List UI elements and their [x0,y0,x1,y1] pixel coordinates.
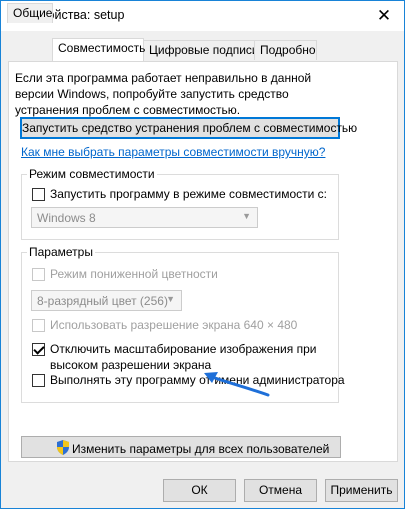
os-version-select[interactable]: Windows 8 ▼ [31,207,258,228]
chevron-down-icon: ▼ [242,211,251,221]
res640-label: Использовать разрешение экрана 640 × 480 [50,318,298,332]
params-group-label: Параметры [27,245,95,259]
tab-details[interactable]: Подробно [254,40,317,60]
disable-dpi-scaling-label: Отключить масштабирование изображения пр… [50,341,316,373]
tab-label: Цифровые подписи [149,43,259,57]
apply-button[interactable]: Применить [325,479,398,502]
properties-window: Свойства: setup ✕ Общие Совместимость Ци… [0,0,405,509]
dpi-label-line1: Отключить масштабирование изображения пр… [50,342,317,356]
ok-button[interactable]: ОК [163,479,236,502]
color-depth-value: 8-разрядный цвет (256) [37,294,168,308]
annotation-arrow [204,372,270,397]
shield-icon [57,440,69,455]
dpi-label-line2: высоком разрешении экрана [50,358,212,372]
chevron-down-icon: ▼ [166,294,175,304]
tab-label: Общие [13,6,53,20]
compatibility-description: Если эта программа работает неправильно … [15,71,312,117]
os-version-value: Windows 8 [37,211,96,225]
reduced-color-checkbox[interactable] [32,268,45,281]
title-bar[interactable]: Свойства: setup ✕ [1,1,404,31]
tab-label: Совместимость [58,41,146,55]
reduced-color-label: Режим пониженной цветности [50,267,218,281]
cancel-button[interactable]: Отмена [244,479,317,502]
color-depth-select[interactable]: 8-разрядный цвет (256) ▼ [31,290,182,311]
tab-general[interactable]: Общие [7,3,53,23]
compat-mode-checkbox[interactable] [32,188,45,201]
res640-checkbox[interactable] [32,319,45,332]
manual-settings-link[interactable]: Как мне выбрать параметры совместимости … [21,145,325,159]
run-as-admin-checkbox[interactable] [32,374,45,387]
compat-mode-group-label: Режим совместимости [27,167,157,181]
close-button[interactable]: ✕ [374,6,394,26]
disable-dpi-scaling-checkbox[interactable] [32,343,45,356]
tab-compatibility[interactable]: Совместимость [52,38,146,61]
tab-label: Подробно [260,43,316,57]
tab-digital-signatures[interactable]: Цифровые подписи [143,40,259,60]
compat-mode-checkbox-label: Запустить программу в режиме совместимос… [50,187,327,201]
close-icon: ✕ [376,6,392,25]
change-for-all-users-label: Изменить параметры для всех пользователе… [72,442,330,456]
change-for-all-users-button[interactable]: Изменить параметры для всех пользователе… [21,436,341,458]
run-troubleshooter-button[interactable]: Запустить средство устранения проблем с … [20,117,357,139]
